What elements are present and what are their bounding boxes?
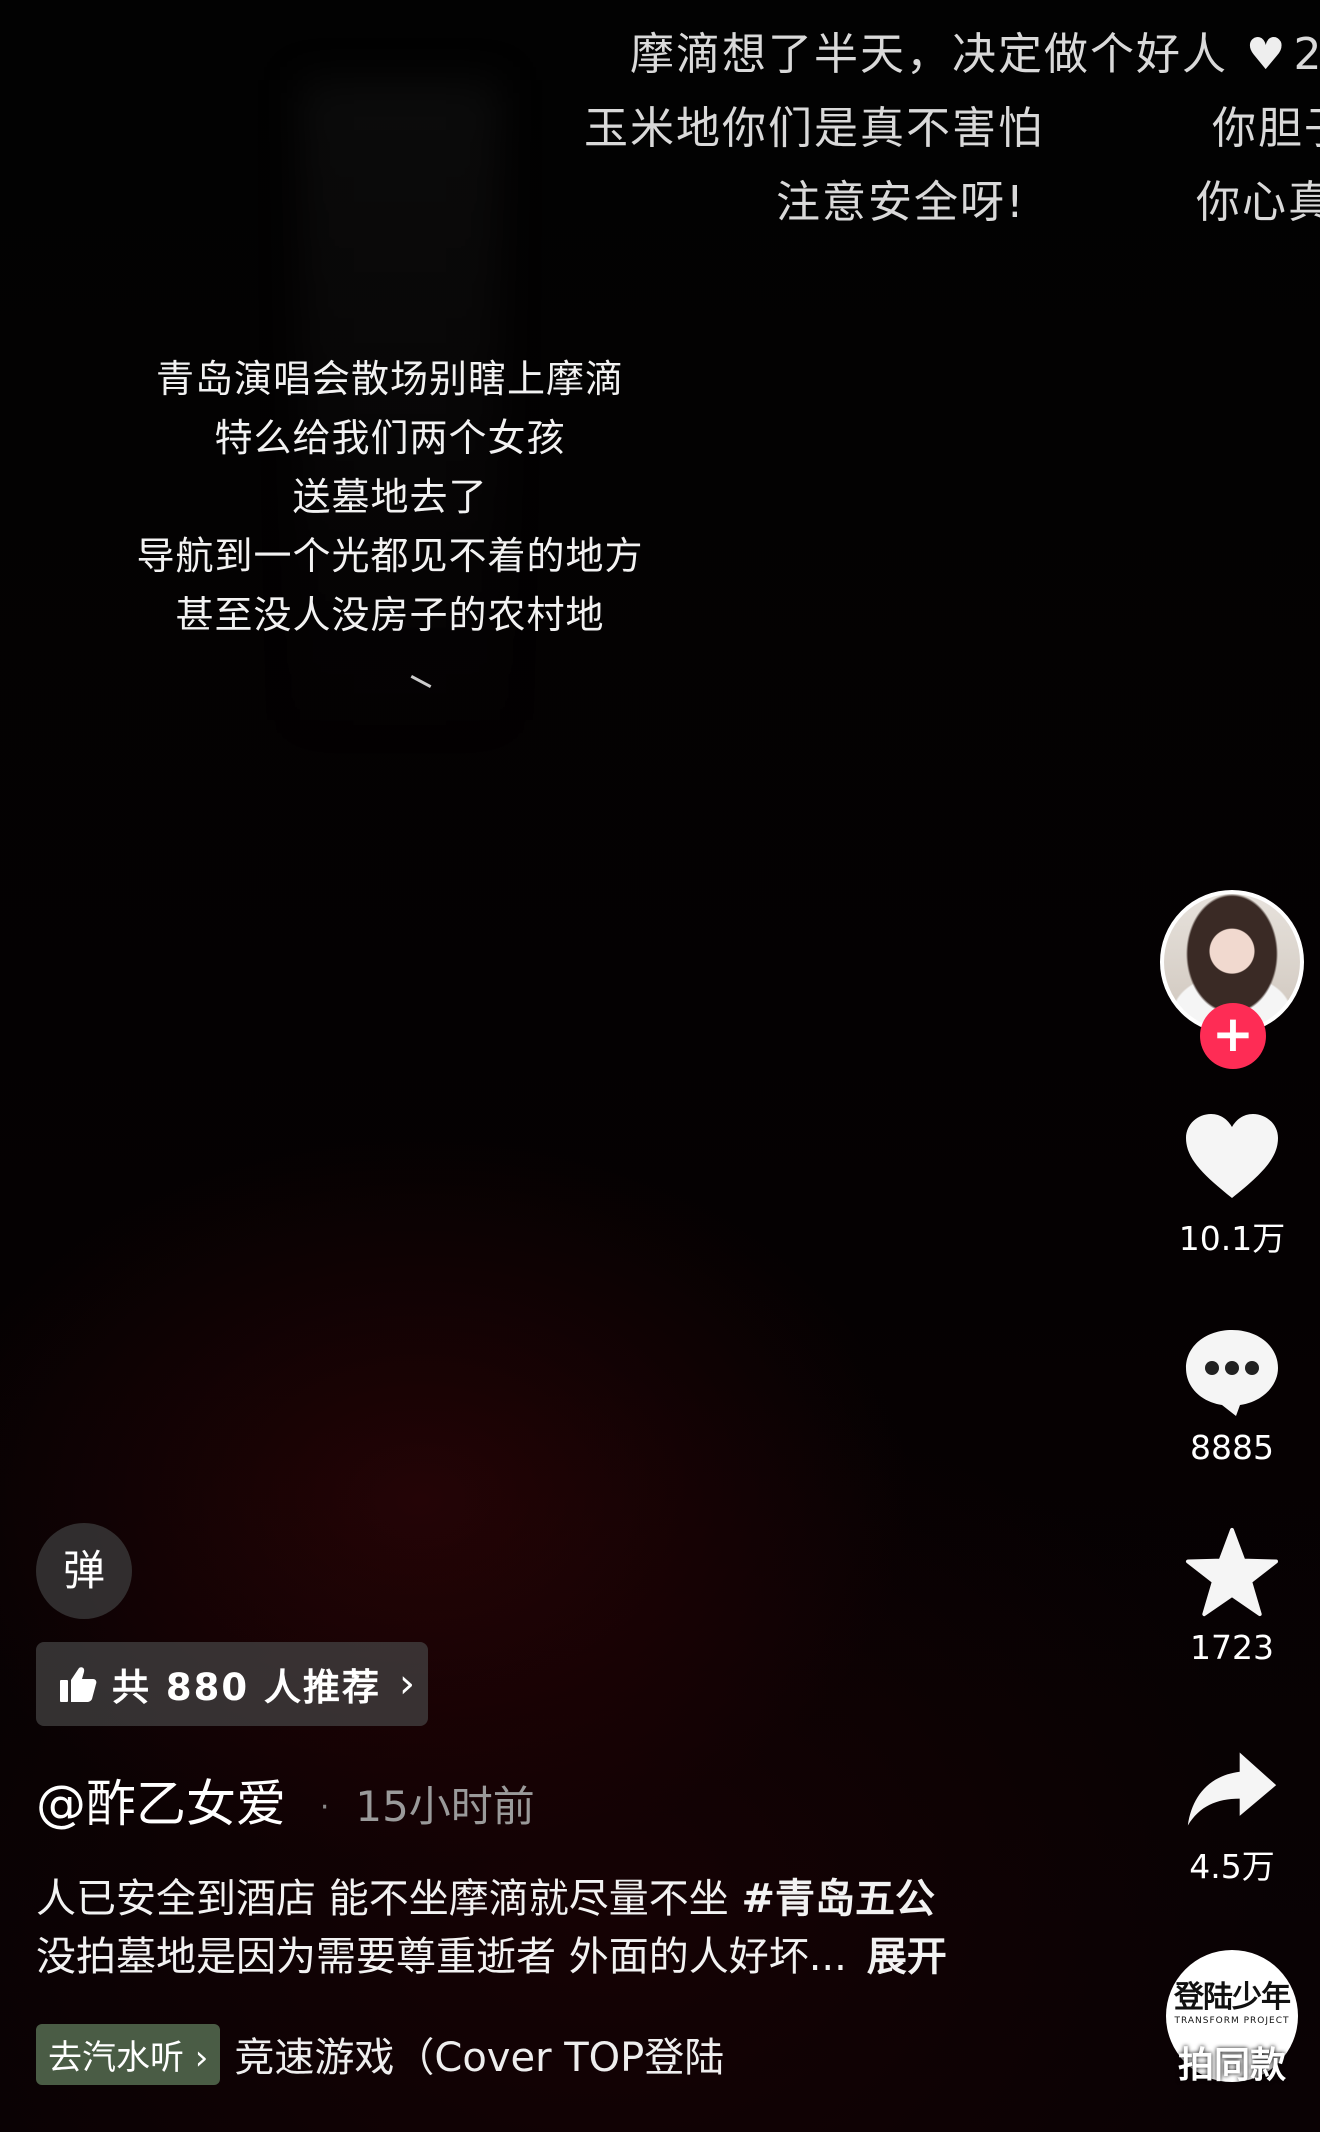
- music-bar[interactable]: 去汽水听 › 竞速游戏（Cover TOP登陆: [36, 2023, 754, 2085]
- caption-line: 特么给我们两个女孩: [214, 416, 566, 460]
- description-text: 没拍墓地是因为需要尊重逝者 外面的人好坏...: [36, 1934, 847, 1980]
- same-style-label[interactable]: 拍同款: [1166, 2036, 1298, 2088]
- hashtag-link[interactable]: #青岛五公: [741, 1876, 935, 1922]
- separator-dot: ·: [319, 1790, 330, 1825]
- caption-line: 甚至没人没房子的农村地: [175, 593, 605, 637]
- author-line: @酢乙女爱 · 15小时前: [36, 1764, 535, 1836]
- danmaku-comment: 玉米地你们是真不害怕: [584, 103, 1044, 154]
- video-description: 人已安全到酒店 能不坐摩滴就尽量不坐 #青岛五公 没拍墓地是因为需要尊重逝者 外…: [36, 1870, 1096, 1986]
- star-icon: [1185, 1527, 1278, 1617]
- heart-icon: [1186, 1114, 1278, 1198]
- comment-count: 8885: [1190, 1428, 1274, 1467]
- post-time: 15小时前: [355, 1782, 535, 1831]
- danmaku-comment: 你胆子: [1212, 103, 1320, 154]
- music-title[interactable]: 竞速游戏（Cover TOP登陆: [234, 2025, 754, 2083]
- danmaku-comment: 你心真: [1196, 177, 1320, 228]
- description-text: 人已安全到酒店 能不坐摩滴就尽量不坐: [36, 1876, 742, 1922]
- comment-button[interactable]: 8885: [1166, 1326, 1298, 1467]
- caption-line: 送墓地去了: [292, 475, 488, 519]
- share-button[interactable]: 4.5万: [1166, 1748, 1298, 1888]
- music-logo-sub: TRANSFORM PROJECT: [1174, 2016, 1290, 2026]
- open-in-qishui-button[interactable]: 去汽水听 ›: [36, 2023, 221, 2085]
- expand-button[interactable]: 展开: [867, 1934, 947, 1980]
- caption-line: 青岛演唱会散场别瞎上摩滴: [155, 357, 624, 401]
- danmaku-comment: 摩滴想了半天，决定做个好人 ♥ 2: [630, 29, 1320, 80]
- share-icon: [1187, 1752, 1277, 1826]
- danmu-toggle-button[interactable]: 弹: [36, 1523, 132, 1619]
- follow-button[interactable]: +: [1200, 1003, 1266, 1069]
- like-button[interactable]: 10.1万: [1166, 1112, 1298, 1260]
- danmaku-comment: 注意安全呀!: [776, 177, 1026, 228]
- caption-line: 导航到一个光都见不着的地方: [136, 534, 644, 578]
- chevron-right-icon: ›: [399, 1661, 417, 1707]
- music-logo: 登陆少年: [1174, 1980, 1291, 2015]
- video-caption: 青岛演唱会散场别瞎上摩滴 特么给我们两个女孩 送墓地去了 导航到一个光都见不着的…: [100, 350, 680, 645]
- heart-icon: ♥: [1246, 29, 1288, 80]
- share-count: 4.5万: [1189, 1847, 1275, 1886]
- author-name[interactable]: @酢乙女爱: [36, 1775, 286, 1833]
- favorite-button[interactable]: 1723: [1166, 1526, 1298, 1667]
- favorite-count: 1723: [1190, 1628, 1274, 1667]
- like-count: 10.1万: [1178, 1219, 1286, 1258]
- comment-icon: [1186, 1330, 1278, 1416]
- recommend-button[interactable]: 共 880 人推荐 ›: [36, 1642, 428, 1726]
- thumbs-up-icon: [60, 1667, 97, 1702]
- recommend-label: 共 880 人推荐: [112, 1666, 381, 1709]
